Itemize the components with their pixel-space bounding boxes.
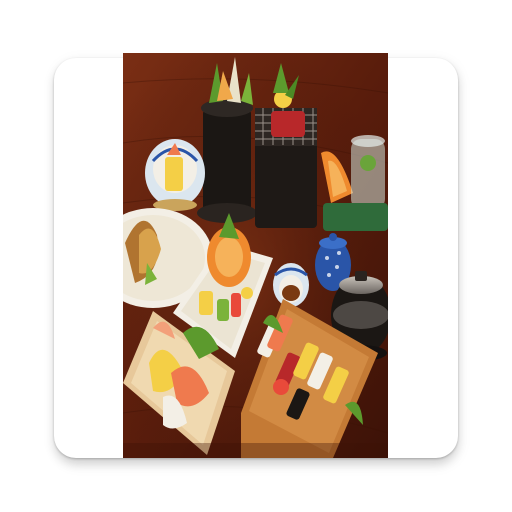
food-photo [123, 53, 388, 458]
soy-sauce-dish [273, 263, 309, 307]
